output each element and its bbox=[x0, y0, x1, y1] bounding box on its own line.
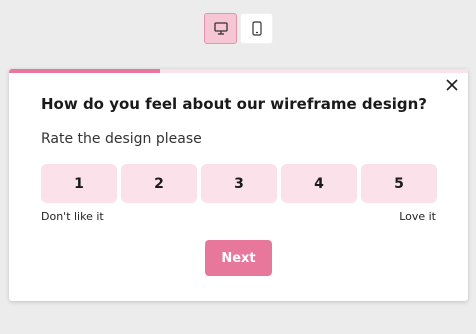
rating-option-5[interactable]: 5 bbox=[361, 164, 437, 203]
rating-option-1[interactable]: 1 bbox=[41, 164, 117, 203]
mobile-phone-icon bbox=[251, 21, 262, 36]
rating-option-4[interactable]: 4 bbox=[281, 164, 357, 203]
next-button[interactable]: Next bbox=[205, 240, 272, 276]
progress-fill bbox=[9, 69, 161, 73]
mobile-view-button[interactable] bbox=[240, 13, 273, 44]
question-title: How do you feel about our wireframe desi… bbox=[41, 95, 428, 113]
close-button[interactable] bbox=[445, 77, 459, 91]
close-icon bbox=[446, 79, 458, 91]
device-toggle bbox=[204, 13, 273, 44]
question-subtitle: Rate the design please bbox=[41, 131, 202, 147]
rating-option-2[interactable]: 2 bbox=[121, 164, 197, 203]
survey-card: How do you feel about our wireframe desi… bbox=[9, 69, 468, 301]
progress-track bbox=[9, 69, 468, 73]
desktop-view-button[interactable] bbox=[204, 13, 237, 44]
rating-scale: 1 2 3 4 5 bbox=[41, 164, 437, 203]
scale-low-label: Don't like it bbox=[41, 210, 104, 223]
desktop-monitor-icon bbox=[213, 22, 228, 35]
rating-option-3[interactable]: 3 bbox=[201, 164, 277, 203]
scale-high-label: Love it bbox=[399, 210, 436, 223]
